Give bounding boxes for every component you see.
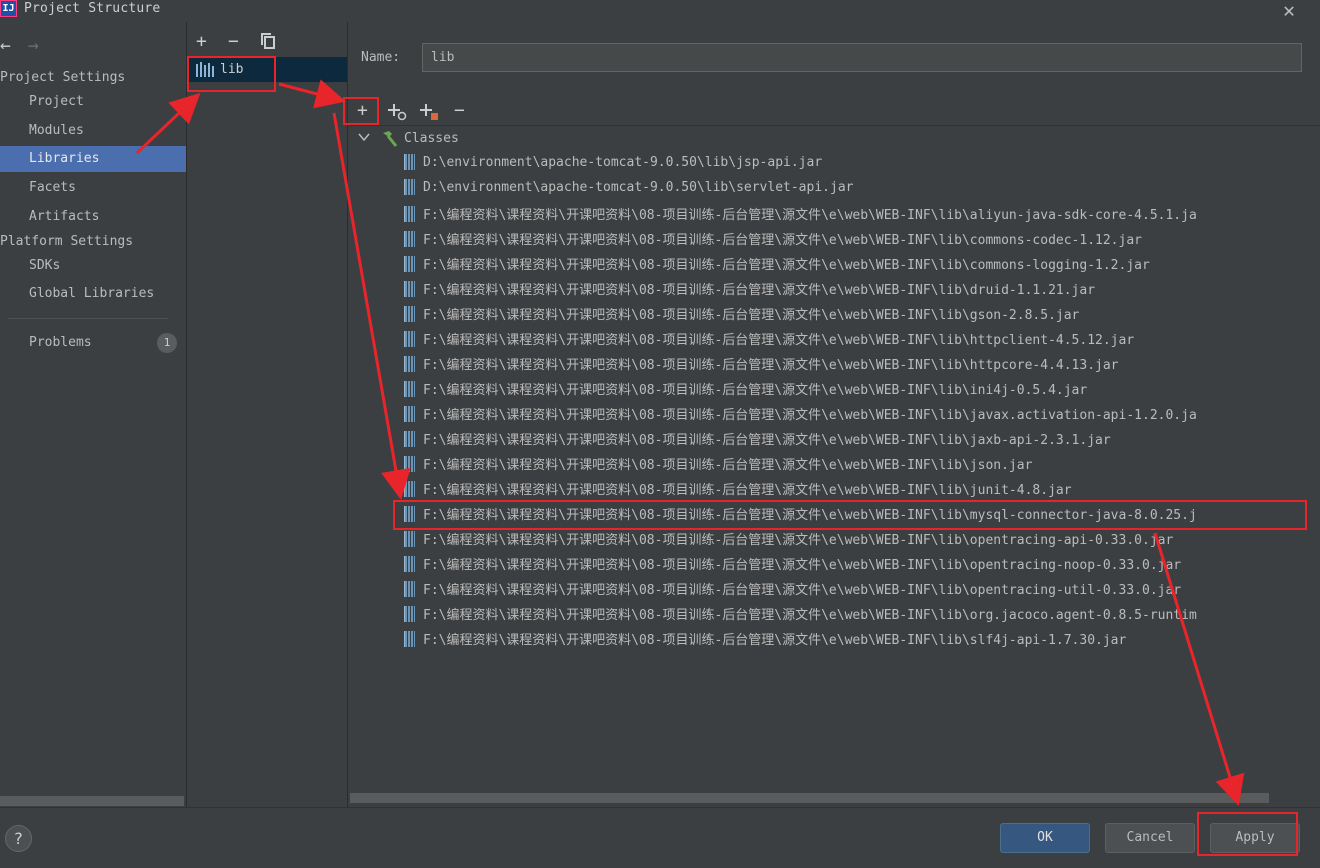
platform-settings-header: Platform Settings: [0, 234, 134, 249]
add-icon[interactable]: +: [357, 100, 368, 121]
jar-icon: [404, 430, 415, 447]
help-button[interactable]: ?: [5, 825, 32, 852]
jar-icon: [404, 305, 415, 322]
sidebar-item-libraries[interactable]: Libraries: [0, 146, 186, 172]
ok-button[interactable]: OK: [1000, 823, 1090, 853]
library-icon: [196, 62, 214, 77]
jar-list-item[interactable]: F:\编程资料\课程资料\开课吧资料\08-项目训练-后台管理\源文件\e\we…: [404, 504, 1197, 524]
sidebar-item-artifacts[interactable]: Artifacts: [0, 204, 186, 230]
problems-count-badge: 1: [157, 333, 177, 353]
jar-icon: [404, 580, 415, 597]
cancel-button[interactable]: Cancel: [1105, 823, 1195, 853]
title-bar: [0, 0, 1320, 22]
jar-path: F:\编程资料\课程资料\开课吧资料\08-项目训练-后台管理\源文件\e\we…: [423, 583, 1182, 598]
jar-path: F:\编程资料\课程资料\开课吧资料\08-项目训练-后台管理\源文件\e\we…: [423, 383, 1088, 398]
jar-path: F:\编程资料\课程资料\开课吧资料\08-项目训练-后台管理\源文件\e\we…: [423, 633, 1127, 648]
hammer-icon: [380, 130, 398, 148]
jar-icon: [404, 205, 415, 222]
classes-node-label[interactable]: Classes: [404, 131, 459, 146]
sidebar-item-global-libraries[interactable]: Global Libraries: [0, 281, 186, 307]
back-arrow-icon[interactable]: ←: [0, 35, 11, 56]
sidebar-scrollbar[interactable]: [0, 796, 184, 806]
jar-path: F:\编程资料\课程资料\开课吧资料\08-项目训练-后台管理\源文件\e\we…: [423, 558, 1182, 573]
jar-list-item[interactable]: F:\编程资料\课程资料\开课吧资料\08-项目训练-后台管理\源文件\e\we…: [404, 204, 1197, 224]
library-name-label: lib: [220, 62, 244, 77]
jar-path: F:\编程资料\课程资料\开课吧资料\08-项目训练-后台管理\源文件\e\we…: [423, 533, 1174, 548]
sidebar-item-sdks[interactable]: SDKs: [0, 253, 186, 279]
jar-list-item[interactable]: F:\编程资料\课程资料\开课吧资料\08-项目训练-后台管理\源文件\e\we…: [404, 329, 1134, 349]
jar-list-item[interactable]: F:\编程资料\课程资料\开课吧资料\08-项目训练-后台管理\源文件\e\we…: [404, 354, 1119, 374]
remove-icon[interactable]: −: [454, 100, 465, 121]
jar-list-item[interactable]: D:\environment\apache-tomcat-9.0.50\lib\…: [404, 179, 853, 199]
jar-path: F:\编程资料\课程资料\开课吧资料\08-项目训练-后台管理\源文件\e\we…: [423, 358, 1119, 373]
jar-icon: [404, 255, 415, 272]
jar-icon: [404, 630, 415, 647]
sidebar-item-modules[interactable]: Modules: [0, 118, 186, 144]
jar-path: F:\编程资料\课程资料\开课吧资料\08-项目训练-后台管理\源文件\e\we…: [423, 483, 1072, 498]
jar-path: F:\编程资料\课程资料\开课吧资料\08-项目训练-后台管理\源文件\e\we…: [423, 233, 1142, 248]
close-button[interactable]: ✕: [1278, 0, 1300, 22]
add-jar-icon[interactable]: [388, 103, 408, 121]
jar-path: D:\environment\apache-tomcat-9.0.50\lib\…: [423, 154, 823, 170]
library-list-panel: [187, 22, 348, 807]
window-title: Project Structure: [24, 1, 161, 16]
apply-button[interactable]: Apply: [1210, 823, 1300, 853]
name-label: Name:: [361, 50, 401, 65]
jar-list-item[interactable]: F:\编程资料\课程资料\开课吧资料\08-项目训练-后台管理\源文件\e\we…: [404, 579, 1181, 599]
library-name-input[interactable]: lib: [422, 43, 1302, 72]
jar-icon: [404, 455, 415, 472]
add-library-button[interactable]: +: [196, 31, 207, 52]
jar-list-item[interactable]: F:\编程资料\课程资料\开课吧资料\08-项目训练-后台管理\源文件\e\we…: [404, 629, 1126, 649]
jar-path: F:\编程资料\课程资料\开课吧资料\08-项目训练-后台管理\源文件\e\we…: [423, 458, 1033, 473]
jar-icon: [404, 280, 415, 297]
jar-icon: [404, 530, 415, 547]
app-logo-icon: IJ: [0, 0, 17, 17]
jar-list-item[interactable]: F:\编程资料\课程资料\开课吧资料\08-项目训练-后台管理\源文件\e\we…: [404, 279, 1095, 299]
jar-list-item[interactable]: D:\environment\apache-tomcat-9.0.50\lib\…: [404, 154, 822, 174]
jar-list-item[interactable]: F:\编程资料\课程资料\开课吧资料\08-项目训练-后台管理\源文件\e\we…: [404, 429, 1111, 449]
sidebar-item-facets[interactable]: Facets: [0, 175, 186, 201]
jar-list-item[interactable]: F:\编程资料\课程资料\开课吧资料\08-项目训练-后台管理\源文件\e\we…: [404, 604, 1197, 624]
project-settings-header: Project Settings: [0, 70, 126, 85]
jar-icon: [404, 380, 415, 397]
jar-icon: [404, 480, 415, 497]
jar-path: F:\编程资料\课程资料\开课吧资料\08-项目训练-后台管理\源文件\e\we…: [423, 258, 1150, 273]
jar-list-item[interactable]: F:\编程资料\课程资料\开课吧资料\08-项目训练-后台管理\源文件\e\we…: [404, 479, 1072, 499]
jar-path: F:\编程资料\课程资料\开课吧资料\08-项目训练-后台管理\源文件\e\we…: [423, 308, 1080, 323]
horizontal-scrollbar[interactable]: [350, 793, 1269, 803]
remove-library-button[interactable]: −: [228, 31, 239, 52]
jar-icon: [404, 555, 415, 572]
jar-path: F:\编程资料\课程资料\开课吧资料\08-项目训练-后台管理\源文件\e\we…: [423, 508, 1197, 523]
jar-path: D:\environment\apache-tomcat-9.0.50\lib\…: [423, 179, 854, 195]
sidebar-divider: [8, 318, 168, 319]
jar-list-item[interactable]: F:\编程资料\课程资料\开课吧资料\08-项目训练-后台管理\源文件\e\we…: [404, 379, 1087, 399]
forward-arrow-icon[interactable]: →: [28, 35, 39, 56]
chevron-down-icon[interactable]: [358, 131, 370, 143]
jar-list-item[interactable]: F:\编程资料\课程资料\开课吧资料\08-项目训练-后台管理\源文件\e\we…: [404, 304, 1079, 324]
jar-path: F:\编程资料\课程资料\开课吧资料\08-项目训练-后台管理\源文件\e\we…: [423, 433, 1111, 448]
sidebar-item-project[interactable]: Project: [0, 89, 186, 115]
jar-path: F:\编程资料\课程资料\开课吧资料\08-项目训练-后台管理\源文件\e\we…: [423, 408, 1197, 423]
jar-icon: [404, 605, 415, 622]
jar-list-item[interactable]: F:\编程资料\课程资料\开课吧资料\08-项目训练-后台管理\源文件\e\we…: [404, 404, 1197, 424]
jar-icon: [404, 505, 415, 522]
jar-icon: [404, 355, 415, 372]
jar-icon: [404, 179, 415, 195]
jar-path: F:\编程资料\课程资料\开课吧资料\08-项目训练-后台管理\源文件\e\we…: [423, 333, 1135, 348]
jar-list-item[interactable]: F:\编程资料\课程资料\开课吧资料\08-项目训练-后台管理\源文件\e\we…: [404, 529, 1173, 549]
jar-list-item[interactable]: F:\编程资料\课程资料\开课吧资料\08-项目训练-后台管理\源文件\e\we…: [404, 454, 1032, 474]
copy-icon[interactable]: [261, 33, 275, 49]
jar-path: F:\编程资料\课程资料\开课吧资料\08-项目训练-后台管理\源文件\e\we…: [423, 283, 1096, 298]
jar-path: F:\编程资料\课程资料\开课吧资料\08-项目训练-后台管理\源文件\e\we…: [423, 608, 1197, 623]
jar-icon: [404, 405, 415, 422]
jar-icon: [404, 330, 415, 347]
jar-list-item[interactable]: F:\编程资料\课程资料\开课吧资料\08-项目训练-后台管理\源文件\e\we…: [404, 254, 1150, 274]
jar-icon: [404, 154, 415, 170]
jar-icon: [404, 230, 415, 247]
jar-path: F:\编程资料\课程资料\开课吧资料\08-项目训练-后台管理\源文件\e\we…: [423, 208, 1197, 223]
add-file-icon[interactable]: [420, 103, 440, 121]
jar-list-item[interactable]: F:\编程资料\课程资料\开课吧资料\08-项目训练-后台管理\源文件\e\we…: [404, 229, 1142, 249]
jar-list-item[interactable]: F:\编程资料\课程资料\开课吧资料\08-项目训练-后台管理\源文件\e\we…: [404, 554, 1181, 574]
